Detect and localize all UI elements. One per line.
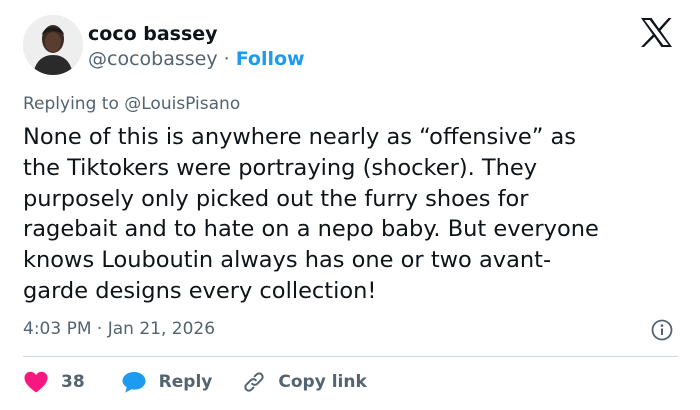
tweet-text-line: None of this is anywhere nearly as “offe… <box>23 124 577 150</box>
heart-icon <box>24 371 48 393</box>
reply-button[interactable]: Reply <box>121 370 213 394</box>
avatar-image <box>23 15 83 75</box>
speech-bubble-icon <box>122 372 146 393</box>
action-bar: 38 Reply Copy link <box>23 369 367 395</box>
author-handle[interactable]: @cocobassey <box>88 48 218 70</box>
tweet-text-line: knows Louboutin always has one or two av… <box>23 247 552 274</box>
tweet-text-line: ragebait and to hate on a nepo baby. But… <box>23 216 599 243</box>
copy-link-label: Copy link <box>278 372 367 392</box>
divider <box>23 356 678 357</box>
tweet-text-line: purposely only picked out the furry shoe… <box>23 185 529 212</box>
tweet-text-line: garde designs every collection! <box>23 277 377 304</box>
avatar[interactable] <box>23 15 83 75</box>
info-icon[interactable] <box>651 319 673 341</box>
reply-context: Replying to @LouisPisano <box>23 93 240 115</box>
reply-label: Reply <box>158 372 213 392</box>
link-icon <box>244 372 265 392</box>
tweet-text-line: the Tiktokers were portraying (shocker).… <box>23 154 538 181</box>
like-button[interactable]: 38 <box>23 370 85 394</box>
follow-button[interactable]: Follow <box>236 48 305 70</box>
x-logo-icon[interactable] <box>640 17 673 48</box>
copy-link-button[interactable]: Copy link <box>242 370 367 394</box>
handle-separator: · <box>223 48 230 70</box>
tweet-timestamp[interactable]: 4:03 PM · Jan 21, 2026 <box>23 318 215 340</box>
author-handle-row: @cocobassey · Follow <box>88 47 305 71</box>
author-display-name[interactable]: coco bassey <box>88 22 218 46</box>
reply-prefix: Replying to <box>23 94 119 114</box>
like-count: 38 <box>61 372 85 392</box>
tweet-text: None of this is anywhere nearly as “offe… <box>23 122 683 307</box>
reply-mention-link[interactable]: @LouisPisano <box>124 94 240 114</box>
